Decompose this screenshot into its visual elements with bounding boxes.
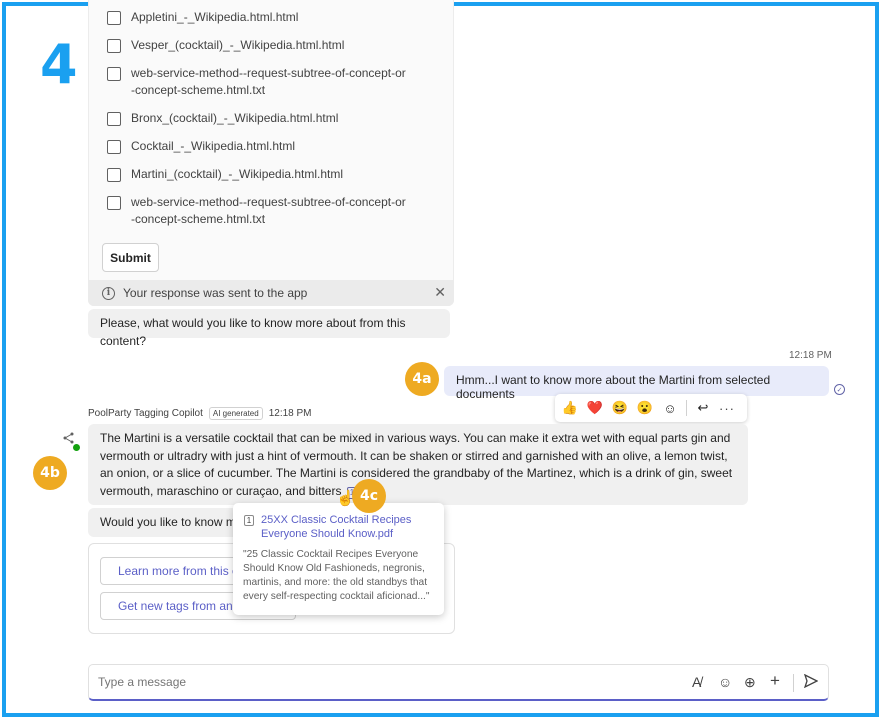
file-item[interactable]: web-service-method--request-subtree-of-c…: [107, 194, 407, 228]
file-name: Vesper_(cocktail)_-_Wikipedia.html.html: [131, 38, 345, 52]
file-item[interactable]: Cocktail_-_Wikipedia.html.html: [107, 138, 295, 155]
loop-icon[interactable]: ⊕: [744, 674, 756, 691]
file-item[interactable]: web-service-method--request-subtree-of-c…: [107, 65, 407, 99]
bot-reply-message: The Martini is a versatile cocktail that…: [88, 424, 748, 505]
file-name: web-service-method--request-subtree-of-c…: [131, 195, 406, 226]
citation-title-link[interactable]: 25XX Classic Cocktail Recipes Everyone S…: [261, 513, 436, 541]
user-message-time: 12:18 PM: [789, 350, 832, 361]
citation-number: 1: [244, 515, 254, 526]
attach-plus-icon[interactable]: +: [770, 671, 780, 691]
file-checkbox[interactable]: [107, 196, 121, 210]
response-notice-bar: i Your response was sent to the app ✕: [88, 280, 454, 306]
bot-prompt-message: Please, what would you like to know more…: [88, 309, 450, 348]
user-message: Hmm...I want to know more about the Mart…: [444, 366, 829, 401]
sender-name: PoolParty Tagging Copilot: [88, 408, 203, 419]
file-item[interactable]: Bronx_(cocktail)_-_Wikipedia.html.html: [107, 110, 338, 127]
file-checkbox[interactable]: [107, 39, 121, 53]
file-item[interactable]: Vesper_(cocktail)_-_Wikipedia.html.html: [107, 37, 344, 54]
file-checkbox[interactable]: [107, 168, 121, 182]
callout-badge-4b: 4b: [33, 456, 67, 490]
learn-more-button[interactable]: Learn more from this c: [100, 557, 240, 585]
laugh-icon[interactable]: 😆: [611, 400, 629, 416]
compose-box: A̸ ☺ ⊕ +: [88, 664, 829, 701]
read-receipt-icon: ✓: [834, 384, 845, 395]
add-reaction-icon[interactable]: ☺: [661, 401, 679, 416]
step-number: 4: [40, 33, 78, 96]
submit-button[interactable]: Submit: [102, 243, 159, 272]
file-name: Cocktail_-_Wikipedia.html.html: [131, 139, 296, 153]
send-icon[interactable]: [803, 673, 819, 691]
file-item[interactable]: Appletini_-_Wikipedia.html.html: [107, 9, 298, 26]
file-checkbox[interactable]: [107, 67, 121, 81]
file-item[interactable]: Martini_(cocktail)_-_Wikipedia.html.html: [107, 166, 343, 183]
hand-cursor-icon: ☝: [336, 490, 355, 507]
file-name: Martini_(cocktail)_-_Wikipedia.html.html: [131, 167, 344, 181]
file-name: Appletini_-_Wikipedia.html.html: [131, 10, 299, 24]
callout-badge-4c: 4c: [352, 479, 386, 513]
message-input[interactable]: [98, 675, 598, 689]
file-checkbox[interactable]: [107, 11, 121, 25]
reply-icon[interactable]: ↩: [694, 400, 712, 416]
bot-message-time: 12:18 PM: [268, 408, 312, 419]
heart-icon[interactable]: ❤️: [586, 400, 604, 416]
followup-prompt-message: Would you like to know mo: [88, 508, 252, 537]
citation-popup: 1 25XX Classic Cocktail Recipes Everyone…: [233, 503, 444, 615]
file-checkbox[interactable]: [107, 140, 121, 154]
bot-reply-text: The Martini is a versatile cocktail that…: [100, 431, 733, 498]
format-icon[interactable]: A̸: [692, 674, 701, 690]
callout-badge-4a: 4a: [405, 362, 439, 396]
emoji-icon[interactable]: ☺: [718, 674, 732, 690]
response-notice-text: Your response was sent to the app: [123, 286, 308, 300]
thumbs-up-icon[interactable]: 👍: [561, 400, 579, 416]
surprised-icon[interactable]: 😮: [636, 400, 654, 416]
bot-sender-row: PoolParty Tagging Copilot AI generated 1…: [88, 407, 312, 420]
citation-snippet: "25 Classic Cocktail Recipes Everyone Sh…: [243, 549, 430, 602]
reaction-bar: 👍 ❤️ 😆 😮 ☺ ↩ ···: [555, 394, 747, 422]
close-icon[interactable]: ✕: [434, 284, 446, 301]
reaction-divider: [686, 400, 687, 416]
more-options-icon[interactable]: ···: [719, 401, 735, 416]
ai-generated-tag: AI generated: [208, 407, 263, 420]
compose-divider: [793, 674, 794, 692]
file-checkbox[interactable]: [107, 112, 121, 126]
info-icon: i: [102, 286, 115, 300]
file-name: Bronx_(cocktail)_-_Wikipedia.html.html: [131, 111, 339, 125]
file-name: web-service-method--request-subtree-of-c…: [131, 66, 406, 97]
online-status-icon: [72, 443, 81, 452]
